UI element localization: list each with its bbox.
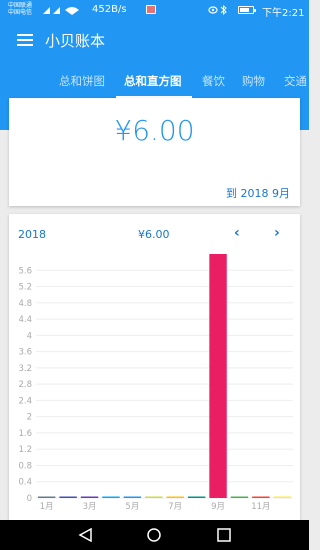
tab-pie-total[interactable]: 总和饼图 — [59, 73, 105, 89]
x-tick-label: 9月 — [211, 502, 225, 512]
battery-icon — [238, 6, 256, 14]
y-tick-label: 0.4 — [18, 478, 32, 488]
x-tick-label: 3月 — [83, 502, 97, 512]
recents-square-icon[interactable] — [216, 528, 232, 542]
bar — [209, 254, 227, 498]
x-tick-label: 7月 — [168, 502, 182, 512]
y-tick-label: 4 — [27, 331, 32, 341]
notification-app-icon — [146, 5, 156, 14]
tab-transport[interactable]: 交通 — [284, 73, 307, 89]
bar — [59, 496, 77, 498]
carrier-1: 中国联通 — [8, 2, 33, 9]
bar — [273, 496, 291, 498]
y-tick-label: 1.6 — [18, 429, 32, 439]
status-bar: 中国联通 中国电信 452B/s 下午2:21 — [0, 0, 309, 20]
x-tick-label: 5月 — [125, 502, 139, 512]
summary-card: ¥6.00 到 2018 9月 — [9, 98, 300, 206]
y-tick-label: 5.2 — [18, 283, 32, 293]
bar — [166, 496, 184, 498]
tab-histogram-total[interactable]: 总和直方图 — [124, 73, 182, 89]
histogram-chart: 0 0.4 0.8 1.2 1.6 2 2.4 2.8 3.2 3.6 4 4.4 4.8 5.2 5.6 1… — [18, 254, 293, 512]
tab-shopping[interactable]: 购物 — [242, 73, 265, 89]
carrier-2: 中国电信 — [8, 9, 33, 16]
y-tick-label: 2 — [27, 413, 32, 423]
back-triangle-icon[interactable] — [78, 528, 94, 542]
tab-food[interactable]: 餐饮 — [202, 73, 225, 89]
app-bar: 小贝账本 — [0, 20, 309, 62]
bar — [102, 496, 120, 498]
status-right-icons — [208, 4, 236, 19]
y-tick-label: 2.8 — [18, 380, 32, 390]
net-speed: 452B/s — [92, 4, 127, 15]
y-tick-label: 1.2 — [18, 445, 32, 455]
y-tick-label: 4.8 — [18, 299, 32, 309]
y-tick-label: 3.2 — [18, 364, 32, 374]
carrier-info: 中国联通 中国电信 — [8, 2, 32, 16]
y-tick-label: 0 — [27, 494, 32, 504]
total-amount: ¥6.00 — [114, 114, 195, 147]
eye-bluetooth-icon — [208, 4, 227, 16]
system-nav-bar — [0, 520, 309, 550]
bar — [187, 496, 206, 498]
y-tick-label: 3.6 — [18, 348, 32, 358]
bar — [145, 496, 163, 498]
until-date: 到 2018 9月 — [226, 187, 290, 200]
bar — [230, 496, 249, 498]
clock: 下午2:21 — [262, 8, 305, 19]
y-tick-label: 4.4 — [18, 315, 32, 325]
tab-bar: 总和饼图 总和直方图 餐饮 购物 交通 — [0, 62, 309, 100]
y-tick-label: 0.8 — [18, 461, 32, 471]
signal-icon — [43, 7, 79, 15]
app-title: 小贝账本 — [45, 32, 106, 50]
x-tick-label: 1月 — [40, 502, 54, 512]
menu-icon[interactable] — [17, 34, 33, 46]
y-tick-label: 5.6 — [18, 266, 32, 276]
home-circle-icon[interactable] — [146, 528, 162, 542]
bar — [252, 496, 270, 498]
x-tick-label: 11月 — [251, 502, 270, 512]
bar — [80, 496, 99, 498]
y-tick-label: 2.4 — [18, 396, 32, 406]
bar — [123, 496, 142, 498]
chart-card: 2018 ¥6.00 ‹ › 0 0.4 0.8 1.2 1.6 2 2.4 2.8 3.2 3.… — [9, 214, 300, 520]
bar — [38, 496, 56, 498]
signal-wifi-icons — [43, 4, 88, 19]
